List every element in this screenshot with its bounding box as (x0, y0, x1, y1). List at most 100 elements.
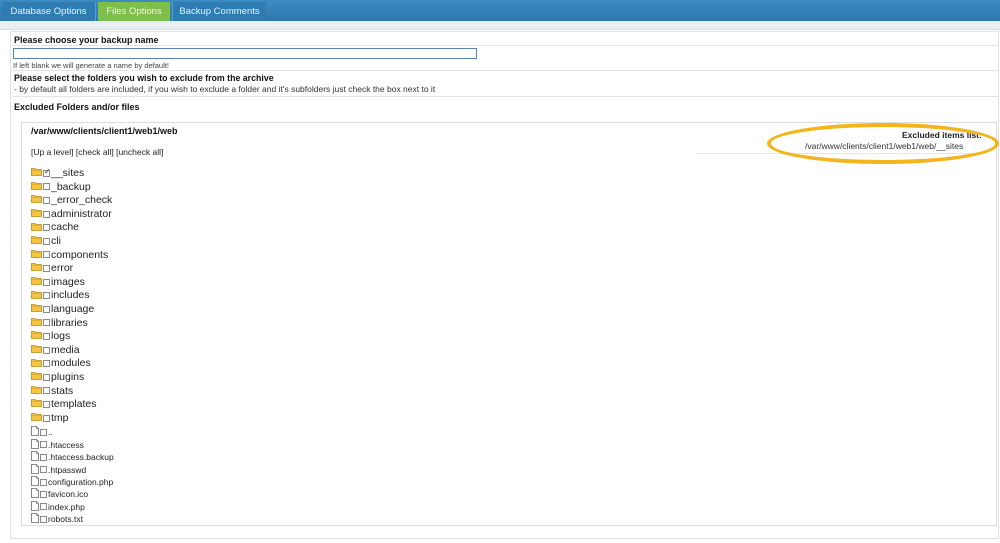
folder-icon (31, 262, 42, 274)
folder-checkbox[interactable] (43, 373, 50, 381)
folder-row: logs (31, 330, 70, 344)
file-checkbox[interactable] (40, 428, 47, 436)
file-row: robots.txt (31, 513, 83, 525)
folder-icon (31, 358, 42, 370)
folder-checkbox[interactable] (43, 292, 50, 300)
folder-icon (31, 208, 42, 220)
file-name[interactable]: .htaccess (48, 440, 84, 450)
file-checkbox[interactable] (40, 453, 47, 461)
file-icon (31, 513, 39, 525)
file-row: .htpasswd (31, 463, 86, 476)
folder-icon (31, 222, 42, 234)
file-checkbox[interactable] (40, 503, 47, 511)
exclude-heading: Please select the folders you wish to ex… (14, 73, 274, 83)
folder-icon (31, 194, 42, 206)
folder-name[interactable]: components (51, 249, 108, 261)
folder-row: libraries (31, 317, 88, 331)
tab-database-options[interactable]: Database Options (2, 2, 96, 21)
folder-row: includes (31, 289, 90, 303)
file-icon (31, 476, 39, 488)
folder-name[interactable]: images (51, 276, 85, 288)
file-row: .. (31, 426, 53, 438)
folder-name[interactable]: error (51, 262, 73, 274)
folder-name[interactable]: administrator (51, 208, 112, 220)
folder-row: language (31, 303, 94, 317)
folder-checkbox[interactable] (43, 305, 50, 313)
folder-checkbox[interactable] (43, 237, 50, 245)
folder-checkbox[interactable] (43, 332, 50, 340)
folder-checkbox[interactable] (43, 196, 50, 204)
folder-name[interactable]: tmp (51, 412, 69, 424)
file-checkbox[interactable] (40, 490, 47, 498)
file-name[interactable]: .. (48, 427, 53, 437)
folder-checkbox[interactable] (43, 360, 50, 368)
file-row: favicon.ico (31, 488, 88, 500)
excluded-section-title: Excluded Folders and/or files (14, 102, 140, 112)
file-name[interactable]: .htpasswd (48, 465, 86, 475)
folder-row: plugins (31, 371, 84, 385)
folder-checkbox[interactable] (43, 183, 50, 191)
backup-name-heading: Please choose your backup name (14, 35, 159, 45)
file-name[interactable]: robots.txt (48, 514, 83, 524)
folder-icon (31, 249, 42, 261)
folder-name[interactable]: templates (51, 398, 97, 410)
folder-name[interactable]: media (51, 344, 80, 356)
tab-files-options[interactable]: Files Options (98, 2, 170, 21)
folder-name[interactable]: libraries (51, 317, 88, 329)
folder-row: administrator (31, 208, 112, 222)
backup-name-input[interactable] (13, 48, 477, 59)
file-name[interactable]: index.php (48, 502, 85, 512)
folder-row: __sites (31, 167, 84, 181)
folder-checkbox[interactable] (43, 278, 50, 286)
highlight-oval (767, 123, 999, 164)
folder-icon (31, 235, 42, 247)
folder-name[interactable]: language (51, 303, 94, 315)
tab-underline-strip (0, 21, 1000, 30)
file-name[interactable]: .htaccess.backup (48, 452, 114, 462)
file-checkbox[interactable] (40, 515, 47, 523)
folder-name[interactable]: plugins (51, 371, 84, 383)
file-icon (31, 451, 39, 463)
folder-name[interactable]: cli (51, 235, 61, 247)
folder-checkbox[interactable] (43, 210, 50, 218)
file-icon (31, 488, 39, 500)
folder-checkbox[interactable] (43, 319, 50, 327)
folder-icon (31, 412, 42, 424)
file-icon (31, 426, 39, 438)
folder-checkbox[interactable] (43, 251, 50, 259)
folder-row: templates (31, 398, 97, 412)
file-icon (31, 438, 39, 451)
folder-name[interactable]: includes (51, 290, 90, 302)
folder-checkbox[interactable] (43, 224, 50, 232)
file-name[interactable]: configuration.php (48, 477, 113, 487)
folder-name[interactable]: _backup (51, 181, 91, 193)
folder-name[interactable]: __sites (51, 167, 84, 179)
backup-name-hint: If left blank we will generate a name by… (13, 61, 169, 70)
folder-name[interactable]: modules (51, 358, 91, 370)
folder-name[interactable]: stats (51, 385, 73, 397)
tab-backup-comments[interactable]: Backup Comments (172, 2, 266, 21)
folder-checkbox[interactable] (43, 264, 50, 272)
divider (12, 70, 999, 71)
exclude-note: - by default all folders are included, i… (14, 84, 436, 94)
folder-icon (31, 276, 42, 288)
folder-checkbox[interactable] (43, 387, 50, 395)
divider (12, 45, 999, 46)
folder-name[interactable]: logs (51, 330, 70, 342)
folder-checkbox[interactable] (43, 414, 50, 422)
folder-icon (31, 385, 42, 397)
check-all-link[interactable]: [check all] (76, 147, 114, 157)
uncheck-all-link[interactable]: [uncheck all] (116, 147, 163, 157)
folder-checkbox[interactable] (43, 167, 51, 177)
folder-row: _error_check (31, 194, 112, 208)
file-checkbox[interactable] (40, 478, 47, 486)
folder-name[interactable]: _error_check (51, 194, 112, 206)
folder-name[interactable]: cache (51, 222, 79, 234)
file-row: .htaccess (31, 438, 84, 451)
folder-checkbox[interactable] (43, 346, 50, 354)
file-checkbox[interactable] (40, 466, 47, 474)
folder-checkbox[interactable] (43, 400, 50, 408)
up-level-link[interactable]: [Up a level] (31, 147, 74, 157)
file-checkbox[interactable] (40, 441, 47, 449)
file-name[interactable]: favicon.ico (48, 489, 88, 499)
